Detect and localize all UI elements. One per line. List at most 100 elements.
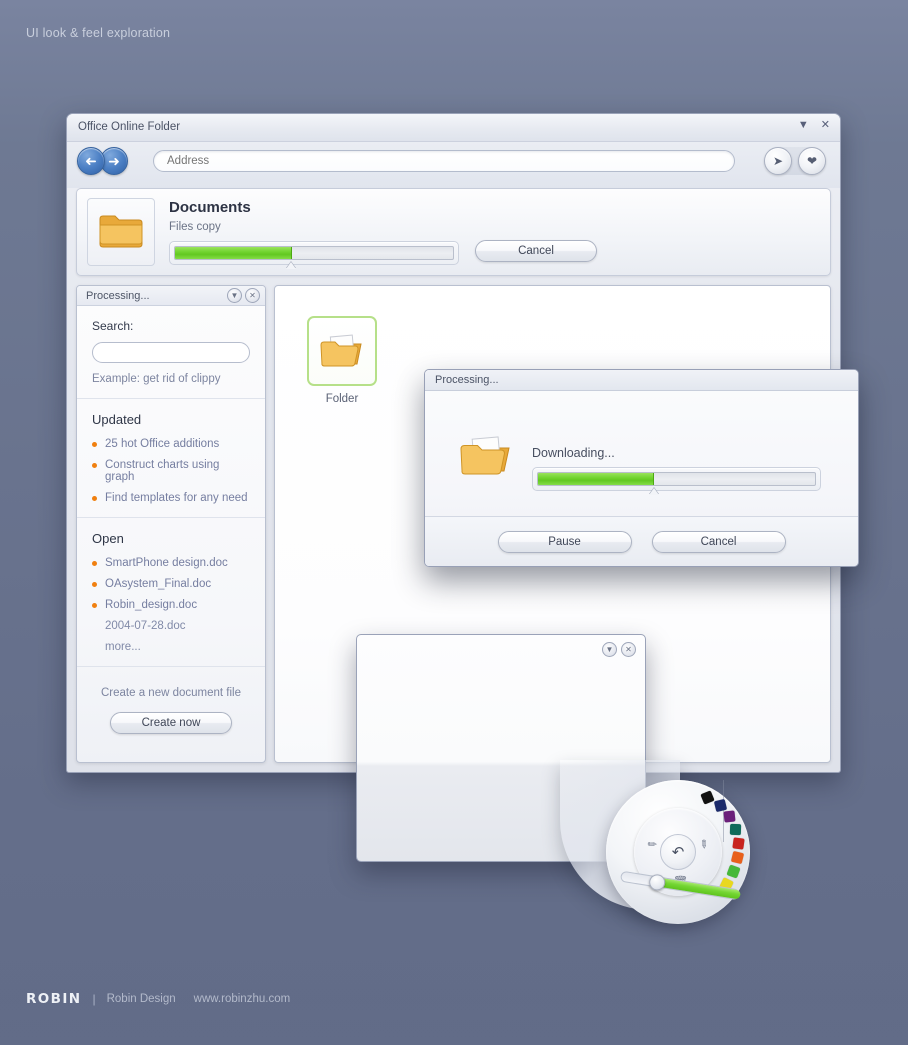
open-file-link[interactable]: SmartPhone design.doc: [105, 557, 228, 569]
palette-swatch-3[interactable]: [723, 810, 736, 823]
footer-separator: |: [92, 992, 96, 1006]
dialog-progress-fill: [538, 473, 655, 485]
go-button[interactable]: ➤: [764, 147, 792, 175]
search-label: Search:: [92, 319, 134, 333]
chevron-down-icon: ▼: [230, 290, 239, 300]
panel-close-button[interactable]: ✕: [621, 642, 636, 657]
updated-link[interactable]: Find templates for any need: [105, 492, 248, 504]
file-thumbnail: [307, 316, 377, 386]
list-item[interactable]: Robin_design.doc: [92, 599, 250, 611]
create-now-button[interactable]: Create now: [110, 712, 232, 734]
list-item[interactable]: OAsystem_Final.doc: [92, 578, 250, 590]
sidebar-close-button[interactable]: ✕: [245, 288, 260, 303]
updated-link[interactable]: Construct charts using graph: [105, 459, 250, 483]
palette-swatch-2[interactable]: [713, 798, 728, 813]
bullet-placeholder: [92, 645, 97, 650]
back-button[interactable]: ➜: [77, 147, 105, 175]
circular-control-widget: ✎ ✎ 🗑 ↶: [560, 740, 750, 930]
updated-link[interactable]: 25 hot Office additions: [105, 438, 219, 450]
window-titlebar: Office Online Folder ▼ ✕: [67, 114, 840, 142]
navigation-buttons: ➜ ➜: [77, 147, 128, 175]
dialog-progress-marker: [648, 488, 659, 495]
wheel-outer-ring: ✎ ✎ 🗑 ↶: [606, 780, 750, 924]
open-file-link[interactable]: Robin_design.doc: [105, 599, 197, 611]
download-arrow-icon[interactable]: ↶: [660, 834, 696, 870]
sidebar-collapse-button[interactable]: ▼: [227, 288, 242, 303]
arrow-left-icon: ➜: [85, 153, 97, 170]
address-actions: ➤ ❤: [764, 147, 826, 175]
sidebar-updated-section: Updated 25 hot Office additions Construc…: [77, 399, 265, 518]
sidebar-open-section: Open SmartPhone design.doc OAsystem_Fina…: [77, 518, 265, 667]
favorites-button[interactable]: ❤: [798, 147, 826, 175]
list-item[interactable]: Construct charts using graph: [92, 459, 250, 483]
robin-logo: ROBIN: [26, 991, 82, 1007]
footer-brand: Robin Design: [106, 993, 176, 1005]
panel-collapse-button[interactable]: ▼: [602, 642, 617, 657]
sidebar-search-section: Search: Example: get rid of clippy: [77, 306, 265, 399]
search-input[interactable]: [92, 342, 250, 363]
close-icon[interactable]: ✕: [821, 120, 830, 131]
dialog-footer: Pause Cancel: [425, 516, 858, 566]
palette-swatch-6[interactable]: [730, 850, 745, 865]
chevron-down-icon: ▼: [605, 644, 614, 654]
page-title: UI look & feel exploration: [26, 26, 171, 40]
sidebar-header-title: Processing...: [86, 290, 150, 302]
palette-swatch-4[interactable]: [729, 823, 742, 836]
dialog-status-text: Downloading...: [532, 446, 615, 460]
documents-cancel-button[interactable]: Cancel: [475, 240, 597, 262]
file-label: Folder: [325, 393, 359, 405]
sidebar-create-section: Create a new document file Create now: [77, 667, 265, 754]
palette-swatch-5[interactable]: [732, 837, 745, 850]
list-item[interactable]: SmartPhone design.doc: [92, 557, 250, 569]
list-item[interactable]: 25 hot Office additions: [92, 438, 250, 450]
footer-url: www.robinzhu.com: [193, 993, 291, 1005]
dialog-titlebar: Processing...: [425, 370, 858, 391]
bullet-placeholder: [92, 624, 97, 629]
close-icon: ✕: [625, 644, 632, 654]
progress-fill: [175, 247, 292, 259]
chevron-down-icon[interactable]: ▼: [798, 120, 809, 131]
eraser-icon[interactable]: ✎: [696, 837, 712, 852]
palette-swatch-1[interactable]: [700, 790, 715, 805]
pause-button[interactable]: Pause: [497, 530, 632, 553]
dialog-title: Processing...: [435, 374, 499, 386]
bullet-icon: [92, 603, 97, 608]
palette-swatch-7[interactable]: [726, 864, 741, 879]
open-list: SmartPhone design.doc OAsystem_Final.doc…: [92, 557, 250, 653]
close-icon: ✕: [249, 290, 256, 300]
sidebar-header: Processing... ▼ ✕: [77, 286, 265, 306]
list-item[interactable]: more...: [92, 641, 250, 653]
address-toolbar: ➜ ➜ ➤ ❤: [67, 142, 840, 188]
window-controls: ▼ ✕: [798, 120, 830, 131]
documents-subtitle: Files copy: [169, 221, 221, 233]
documents-icon-box: [87, 198, 155, 266]
heart-icon: ❤: [806, 154, 818, 168]
list-item[interactable]: Find templates for any need: [92, 492, 250, 504]
bullet-icon: [92, 442, 97, 447]
processing-dialog: Processing... Downloading... Pause Cance…: [424, 369, 859, 567]
address-bar: [153, 150, 735, 172]
folder-open-icon: [460, 436, 510, 475]
file-item-folder[interactable]: Folder: [303, 316, 381, 405]
progress-marker: [285, 262, 296, 269]
address-input[interactable]: [153, 150, 735, 172]
bullet-icon: [92, 582, 97, 587]
search-example: Example: get rid of clippy: [92, 373, 221, 385]
folder-icon: [99, 215, 143, 248]
dialog-icon: [459, 433, 513, 484]
updated-list: 25 hot Office additions Construct charts…: [92, 438, 250, 504]
open-file-link[interactable]: 2004-07-28.doc: [105, 620, 186, 632]
bullet-icon: [92, 561, 97, 566]
documents-panel: Documents Files copy Cancel: [76, 188, 831, 276]
pencil-icon[interactable]: ✎: [645, 837, 661, 852]
documents-title: Documents: [169, 199, 251, 216]
folder-open-icon: [320, 334, 362, 367]
bullet-icon: [92, 463, 97, 468]
open-file-link[interactable]: OAsystem_Final.doc: [105, 578, 211, 590]
documents-progress: [169, 241, 459, 269]
open-title: Open: [92, 531, 124, 546]
cancel-button[interactable]: Cancel: [651, 530, 786, 553]
dialog-progress: [532, 467, 821, 495]
list-item[interactable]: 2004-07-28.doc: [92, 620, 250, 632]
more-link[interactable]: more...: [105, 641, 141, 653]
